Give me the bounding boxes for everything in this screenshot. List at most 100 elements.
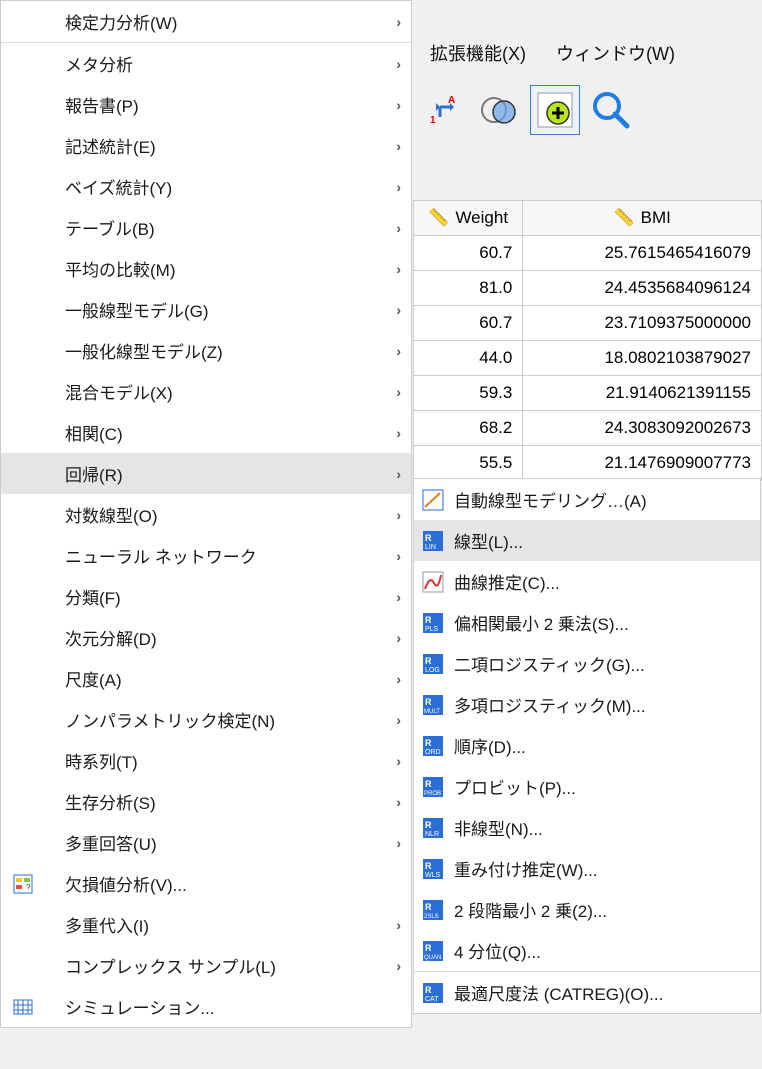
- menu-complex-samples[interactable]: コンプレックス サンプル(L)›: [1, 945, 411, 986]
- r-pls-icon: RPLS: [420, 610, 446, 636]
- menu-loglinear[interactable]: 対数線型(O)›: [1, 494, 411, 535]
- svg-text:R: R: [425, 656, 432, 666]
- r-lin-icon: RLIN: [420, 528, 446, 554]
- menu-tables[interactable]: テーブル(B)›: [1, 207, 411, 248]
- sub-curve-estimation[interactable]: 曲線推定(C)...: [414, 561, 760, 602]
- menubar-extensions[interactable]: 拡張機能(X): [430, 40, 526, 66]
- table-row[interactable]: 60.725.7615465416079: [414, 236, 762, 271]
- toolbar-search-button[interactable]: [586, 85, 636, 135]
- menu-nonparametric[interactable]: ノンパラメトリック検定(N)›: [1, 699, 411, 740]
- cell-weight[interactable]: 60.7: [414, 306, 523, 341]
- menu-power-analysis[interactable]: 検定力分析(W)›: [1, 1, 411, 42]
- sub-2sls[interactable]: R2SLS2 段階最小 2 乗(2)...: [414, 889, 760, 930]
- chevron-right-icon: ›: [396, 917, 401, 933]
- svg-text:CAT: CAT: [425, 996, 439, 1003]
- cell-weight[interactable]: 59.3: [414, 376, 523, 411]
- chevron-right-icon: ›: [396, 261, 401, 277]
- sub-catreg[interactable]: RCAT最適尺度法 (CATREG)(O)...: [414, 972, 760, 1013]
- chevron-right-icon: ›: [396, 343, 401, 359]
- toolbar: A1: [418, 85, 636, 135]
- svg-text:LOG: LOG: [425, 667, 440, 674]
- chevron-right-icon: ›: [396, 56, 401, 72]
- menu-scale[interactable]: 尺度(A)›: [1, 658, 411, 699]
- sub-quantile[interactable]: RQUAN4 分位(Q)...: [414, 930, 760, 971]
- cell-bmi[interactable]: 21.1476909007773: [523, 446, 762, 481]
- svg-text:R: R: [425, 697, 432, 707]
- sub-weight-estimation[interactable]: RWLS重み付け推定(W)...: [414, 848, 760, 889]
- r-wls-icon: RWLS: [420, 856, 446, 882]
- svg-text:?: ?: [26, 883, 31, 892]
- table-row[interactable]: 60.723.7109375000000: [414, 306, 762, 341]
- chevron-right-icon: ›: [396, 630, 401, 646]
- chevron-right-icon: ›: [396, 589, 401, 605]
- cell-bmi[interactable]: 18.0802103879027: [523, 341, 762, 376]
- auto-linear-icon: [420, 487, 446, 513]
- menu-missing-value[interactable]: ?欠損値分析(V)...: [1, 863, 411, 904]
- svg-text:LIN: LIN: [425, 544, 436, 551]
- table-row[interactable]: 55.521.1476909007773: [414, 446, 762, 481]
- r-cat-icon: RCAT: [420, 980, 446, 1006]
- cell-weight[interactable]: 55.5: [414, 446, 523, 481]
- cell-weight[interactable]: 81.0: [414, 271, 523, 306]
- menu-dimension-reduction[interactable]: 次元分解(D)›: [1, 617, 411, 658]
- menu-regression[interactable]: 回帰(R)›: [1, 453, 411, 494]
- cell-bmi[interactable]: 21.9140621391155: [523, 376, 762, 411]
- menu-meta-analysis[interactable]: メタ分析›: [1, 43, 411, 84]
- cell-bmi[interactable]: 23.7109375000000: [523, 306, 762, 341]
- cell-weight[interactable]: 60.7: [414, 236, 523, 271]
- table-row[interactable]: 44.018.0802103879027: [414, 341, 762, 376]
- sub-auto-linear[interactable]: 自動線型モデリング…(A): [414, 479, 760, 520]
- sub-multinomial-logistic[interactable]: RMULT多項ロジスティック(M)...: [414, 684, 760, 725]
- menu-correlate[interactable]: 相関(C)›: [1, 412, 411, 453]
- chevron-right-icon: ›: [396, 220, 401, 236]
- chevron-right-icon: ›: [396, 14, 401, 30]
- analyze-menu: 検定力分析(W)› メタ分析› 報告書(P)› 記述統計(E)› ベイズ統計(Y…: [0, 0, 412, 1028]
- table-row[interactable]: 68.224.3083092002673: [414, 411, 762, 446]
- col-header-weight[interactable]: 📏Weight: [414, 201, 523, 236]
- table-row[interactable]: 59.321.9140621391155: [414, 376, 762, 411]
- menu-descriptive-stats[interactable]: 記述統計(E)›: [1, 125, 411, 166]
- sub-probit[interactable]: RPROBプロビット(P)...: [414, 766, 760, 807]
- toolbar-venn-button[interactable]: [474, 85, 524, 135]
- menu-neural-net[interactable]: ニューラル ネットワーク›: [1, 535, 411, 576]
- toolbar-add-button[interactable]: [530, 85, 580, 135]
- sub-binary-logistic[interactable]: RLOG二項ロジスティック(G)...: [414, 643, 760, 684]
- svg-text:R: R: [425, 902, 432, 912]
- col-header-bmi[interactable]: 📏BMI: [523, 201, 762, 236]
- svg-text:R: R: [425, 615, 432, 625]
- menu-time-series[interactable]: 時系列(T)›: [1, 740, 411, 781]
- menu-multiple-imputation[interactable]: 多重代入(I)›: [1, 904, 411, 945]
- menu-gzlm[interactable]: 一般化線型モデル(Z)›: [1, 330, 411, 371]
- svg-text:ORD: ORD: [425, 749, 441, 756]
- svg-text:1: 1: [430, 115, 436, 126]
- menu-survival[interactable]: 生存分析(S)›: [1, 781, 411, 822]
- sub-ordinal[interactable]: RORD順序(D)...: [414, 725, 760, 766]
- cell-weight[interactable]: 44.0: [414, 341, 523, 376]
- menu-glm[interactable]: 一般線型モデル(G)›: [1, 289, 411, 330]
- cell-bmi[interactable]: 25.7615465416079: [523, 236, 762, 271]
- menu-bayesian-stats[interactable]: ベイズ統計(Y)›: [1, 166, 411, 207]
- ruler-icon: 📏: [613, 208, 634, 227]
- menu-multiple-response[interactable]: 多重回答(U)›: [1, 822, 411, 863]
- sub-pls[interactable]: RPLS偏相関最小 2 乗法(S)...: [414, 602, 760, 643]
- cell-bmi[interactable]: 24.4535684096124: [523, 271, 762, 306]
- chevron-right-icon: ›: [396, 384, 401, 400]
- chevron-right-icon: ›: [396, 794, 401, 810]
- menu-mixed[interactable]: 混合モデル(X)›: [1, 371, 411, 412]
- toolbar-value-labels-button[interactable]: A1: [418, 85, 468, 135]
- cell-bmi[interactable]: 24.3083092002673: [523, 411, 762, 446]
- menubar-window[interactable]: ウィンドウ(W): [556, 40, 675, 66]
- menu-classify[interactable]: 分類(F)›: [1, 576, 411, 617]
- chevron-right-icon: ›: [396, 671, 401, 687]
- sub-nonlinear[interactable]: RNLR非線型(N)...: [414, 807, 760, 848]
- table-row[interactable]: 81.024.4535684096124: [414, 271, 762, 306]
- chevron-right-icon: ›: [396, 958, 401, 974]
- svg-text:NLR: NLR: [425, 831, 439, 838]
- cell-weight[interactable]: 68.2: [414, 411, 523, 446]
- menu-compare-means[interactable]: 平均の比較(M)›: [1, 248, 411, 289]
- sub-linear[interactable]: RLIN線型(L)...: [414, 520, 760, 561]
- menu-reports[interactable]: 報告書(P)›: [1, 84, 411, 125]
- menu-simulation[interactable]: シミュレーション...: [1, 986, 411, 1027]
- curve-icon: [420, 569, 446, 595]
- ruler-icon: 📏: [428, 208, 449, 227]
